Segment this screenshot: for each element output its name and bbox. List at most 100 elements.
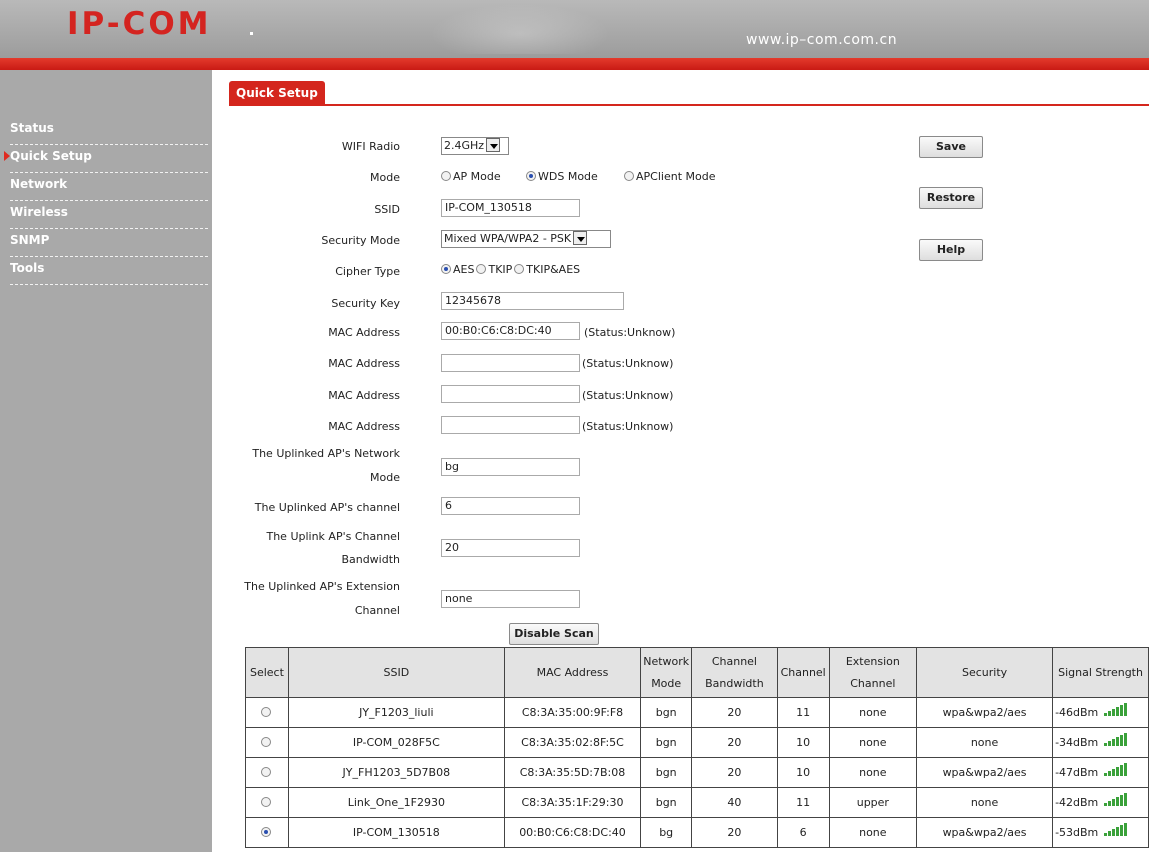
sidebar-item-network[interactable]: Network: [10, 173, 208, 201]
cell-security: none: [916, 787, 1054, 818]
radio-wds-mode-label: WDS Mode: [538, 170, 598, 183]
signal-value: -34dBm: [1055, 735, 1099, 749]
radio-ap-mode[interactable]: [441, 171, 451, 181]
radio-tkip-aes[interactable]: [514, 264, 525, 274]
cell-select: [245, 727, 289, 758]
col-network-mode: Network Mode: [640, 647, 693, 698]
radio-aes[interactable]: [441, 264, 451, 274]
row-select-radio[interactable]: [260, 827, 271, 837]
radio-wds-mode[interactable]: [526, 171, 536, 181]
cell-security: wpa&wpa2/aes: [916, 757, 1054, 788]
mode-radio-ap[interactable]: AP Mode: [441, 170, 501, 183]
cell-bw: 20: [691, 817, 778, 848]
sidebar-item-snmp[interactable]: SNMP: [10, 229, 208, 257]
cell-mode: bgn: [640, 757, 693, 788]
mode-radio-wds[interactable]: WDS Mode: [526, 170, 598, 183]
signal-strength-icon: [1104, 762, 1128, 779]
cell-bw: 20: [691, 697, 778, 728]
radio-apclient-mode[interactable]: [624, 171, 634, 181]
col-security: Security: [916, 647, 1054, 698]
radio-apclient-mode-label: APClient Mode: [636, 170, 716, 183]
table-row[interactable]: IP-COM_028F5C C8:3A:35:02:8F:5C bgn 20 10 non…: [245, 727, 1149, 758]
ssid-field[interactable]: IP-COM_130518: [441, 199, 580, 217]
mac-address-field-4[interactable]: [441, 416, 580, 434]
help-button[interactable]: Help: [919, 239, 983, 261]
uplink-mode-field[interactable]: bg: [441, 458, 580, 476]
cell-mode: bgn: [640, 787, 693, 818]
cipher-radio-group: AES TKIP TKIP&AES: [441, 263, 580, 276]
sidebar: Status Quick Setup Network Wireless SNMP…: [0, 70, 212, 852]
tab-underline: [229, 104, 1149, 106]
site-url: www.ip–com.com.cn: [746, 32, 898, 48]
save-button[interactable]: Save: [919, 136, 983, 158]
cell-security: none: [916, 727, 1054, 758]
disable-scan-button[interactable]: Disable Scan: [509, 623, 599, 645]
mode-radio-apclient[interactable]: APClient Mode: [624, 170, 715, 183]
cell-ssid: Link_One_1F2930: [287, 787, 505, 818]
cell-mode: bgn: [640, 727, 693, 758]
col-network-mode-line1: Network: [643, 654, 690, 668]
uplink-channel-field[interactable]: 6: [441, 497, 580, 515]
signal-strength-icon: [1104, 822, 1128, 839]
security-mode-value: Mixed WPA/WPA2 - PSK: [444, 232, 572, 245]
header-banner: IP-COM www.ip–com.com.cn: [0, 0, 1149, 58]
row-select-radio[interactable]: [260, 707, 271, 717]
mac-status-4: (Status:Unknow): [582, 420, 674, 433]
sidebar-item-status[interactable]: Status: [10, 117, 208, 145]
row-select-radio[interactable]: [260, 767, 271, 777]
table-row[interactable]: IP-COM_130518 00:B0:C6:C8:DC:40 bg 20 6 none w…: [245, 817, 1149, 848]
col-mac: MAC Address: [503, 647, 642, 698]
col-bandwidth-line1: Channel: [711, 654, 757, 668]
cell-channel: 11: [776, 787, 830, 818]
signal-value: -42dBm: [1055, 795, 1099, 809]
uplink-bandwidth-field[interactable]: 20: [441, 539, 580, 557]
cell-channel: 10: [776, 757, 830, 788]
mac-address-label-2: MAC Address: [328, 357, 400, 370]
mac-address-field-3[interactable]: [441, 385, 580, 403]
cell-ssid: JY_F1203_liuli: [287, 697, 505, 728]
radio-ap-mode-label: AP Mode: [453, 170, 501, 183]
cell-ssid: IP-COM_130518: [287, 817, 505, 848]
cell-channel: 10: [776, 727, 830, 758]
restore-button[interactable]: Restore: [919, 187, 983, 209]
uplink-extension-field[interactable]: none: [441, 590, 580, 608]
security-key-field[interactable]: 12345678: [441, 292, 624, 310]
row-select-radio[interactable]: [260, 737, 271, 747]
cell-mac: 00:B0:C6:C8:DC:40: [503, 817, 642, 848]
col-extension-line1: Extension: [845, 654, 900, 668]
tab-quick-setup[interactable]: Quick Setup: [229, 81, 325, 105]
cell-signal: -47dBm: [1052, 757, 1149, 788]
cell-select: [245, 757, 289, 788]
cell-security: wpa&wpa2/aes: [916, 817, 1054, 848]
radio-tkip[interactable]: [476, 264, 487, 274]
sidebar-item-wireless[interactable]: Wireless: [10, 201, 208, 229]
ssid-label: SSID: [374, 203, 400, 216]
mac-status-2: (Status:Unknow): [582, 357, 674, 370]
table-row[interactable]: JY_F1203_liuli C8:3A:35:00:9F:F8 bgn 20 11 no…: [245, 697, 1149, 728]
cell-select: [245, 697, 289, 728]
mac-status-3: (Status:Unknow): [582, 389, 674, 402]
uplink-bandwidth-label-line2: Bandwidth: [341, 553, 400, 566]
table-row[interactable]: Link_One_1F2930 C8:3A:35:1F:29:30 bgn 40 11 u…: [245, 787, 1149, 818]
sidebar-item-tools[interactable]: Tools: [10, 257, 208, 285]
radio-tkip-aes-label: TKIP&AES: [526, 263, 581, 276]
row-select-radio[interactable]: [260, 797, 271, 807]
chevron-down-icon: [486, 138, 501, 152]
signal-strength-icon: [1104, 792, 1128, 809]
mac-address-field-1[interactable]: 00:B0:C6:C8:DC:40: [441, 322, 580, 340]
mac-address-field-2[interactable]: [441, 354, 580, 372]
cell-bw: 20: [691, 727, 778, 758]
security-mode-select[interactable]: Mixed WPA/WPA2 - PSK: [441, 230, 611, 248]
mac-status-1: (Status:Unknow): [584, 326, 676, 339]
uplink-channel-label: The Uplinked AP's channel: [254, 501, 400, 514]
signal-value: -46dBm: [1055, 705, 1099, 719]
table-row[interactable]: JY_FH1203_5D7B08 C8:3A:35:5D:7B:08 bgn 20 10…: [245, 757, 1149, 788]
col-ssid: SSID: [287, 647, 505, 698]
wifi-radio-select[interactable]: 2.4GHz: [441, 137, 509, 155]
cell-mac: C8:3A:35:00:9F:F8: [503, 697, 642, 728]
sidebar-item-quick-setup[interactable]: Quick Setup: [4, 145, 208, 173]
col-extension-line2: Channel: [850, 676, 896, 690]
cell-signal: -53dBm: [1052, 817, 1149, 848]
cell-select: [245, 787, 289, 818]
uplink-bandwidth-label-line1: The Uplink AP's Channel: [266, 530, 400, 543]
